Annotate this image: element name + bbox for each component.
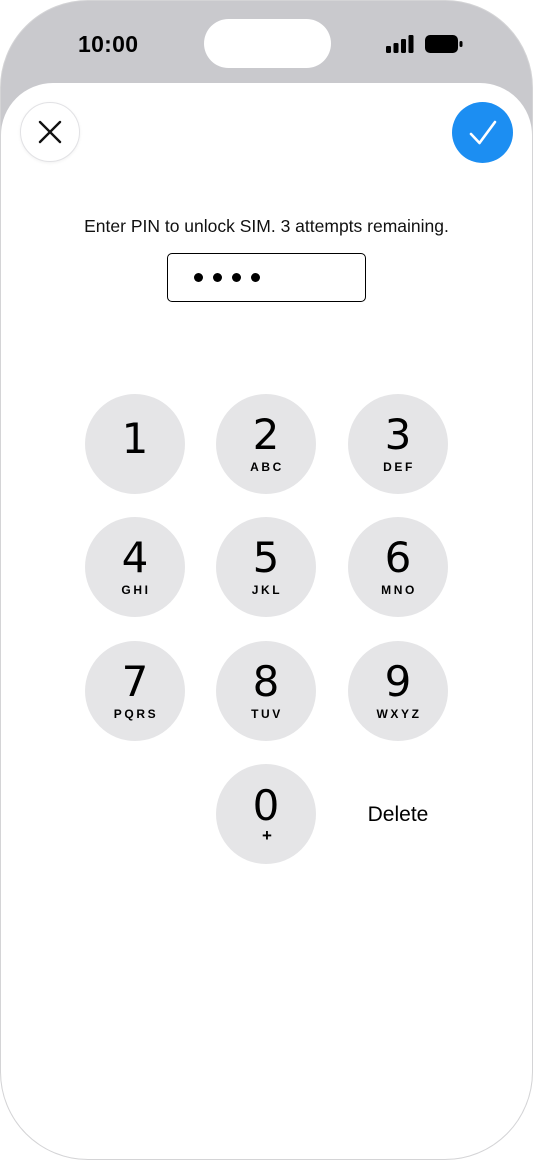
keypad-key-0[interactable]: 0 +	[216, 764, 316, 864]
pin-dot	[213, 273, 222, 282]
keypad-key-6[interactable]: 6 MNO	[348, 517, 448, 617]
keypad-key-1[interactable]: 1	[85, 394, 185, 494]
keypad-key-3[interactable]: 3 DEF	[348, 394, 448, 494]
key-digit: 0	[252, 780, 280, 830]
keypad-key-4[interactable]: 4 GHI	[85, 517, 185, 617]
keypad-key-5[interactable]: 5 JKL	[216, 517, 316, 617]
confirm-button[interactable]	[452, 102, 513, 163]
delete-button[interactable]: Delete	[348, 795, 448, 835]
checkmark-icon	[469, 120, 496, 144]
key-digit: 1	[121, 414, 149, 463]
keypad-key-9[interactable]: 9 WXYZ	[348, 641, 448, 741]
key-digit: 5	[252, 533, 280, 582]
key-letters: +	[262, 825, 272, 845]
key-letters: WXYZ	[376, 707, 422, 721]
pin-dot	[232, 273, 241, 282]
key-digit: 9	[384, 657, 412, 706]
pin-dot	[251, 273, 260, 282]
key-letters: ABC	[250, 460, 284, 474]
keypad-key-2[interactable]: 2 ABC	[216, 394, 316, 494]
close-button[interactable]	[20, 102, 80, 162]
key-digit: 2	[252, 410, 280, 459]
cellular-signal-icon	[386, 35, 414, 53]
dynamic-island	[204, 19, 331, 68]
close-icon	[38, 120, 62, 144]
key-digit: 3	[384, 410, 412, 459]
pin-input[interactable]	[167, 253, 366, 302]
sim-pin-sheet	[1, 83, 532, 1159]
key-digit: 4	[121, 533, 149, 582]
pin-prompt: Enter PIN to unlock SIM. 3 attempts rema…	[84, 216, 449, 236]
status-time: 10:00	[78, 31, 139, 57]
key-letters: JKL	[251, 583, 283, 597]
key-letters: MNO	[381, 583, 417, 597]
status-bar: 10:00	[1, 1, 532, 85]
key-digit: 6	[384, 533, 412, 582]
keypad-key-8[interactable]: 8 TUV	[216, 641, 316, 741]
key-digit: 7	[121, 657, 149, 706]
key-letters: PQRS	[113, 707, 159, 721]
battery-full-icon	[425, 35, 463, 53]
phone-screen: 10:00 Enter PIN to unlock SIM. 3 attempt…	[0, 0, 533, 1160]
pin-dot	[194, 273, 203, 282]
key-digit: 8	[252, 657, 280, 706]
key-letters: DEF	[383, 460, 415, 474]
keypad-key-7[interactable]: 7 PQRS	[85, 641, 185, 741]
key-letters: GHI	[121, 583, 151, 597]
key-letters: TUV	[251, 707, 283, 721]
